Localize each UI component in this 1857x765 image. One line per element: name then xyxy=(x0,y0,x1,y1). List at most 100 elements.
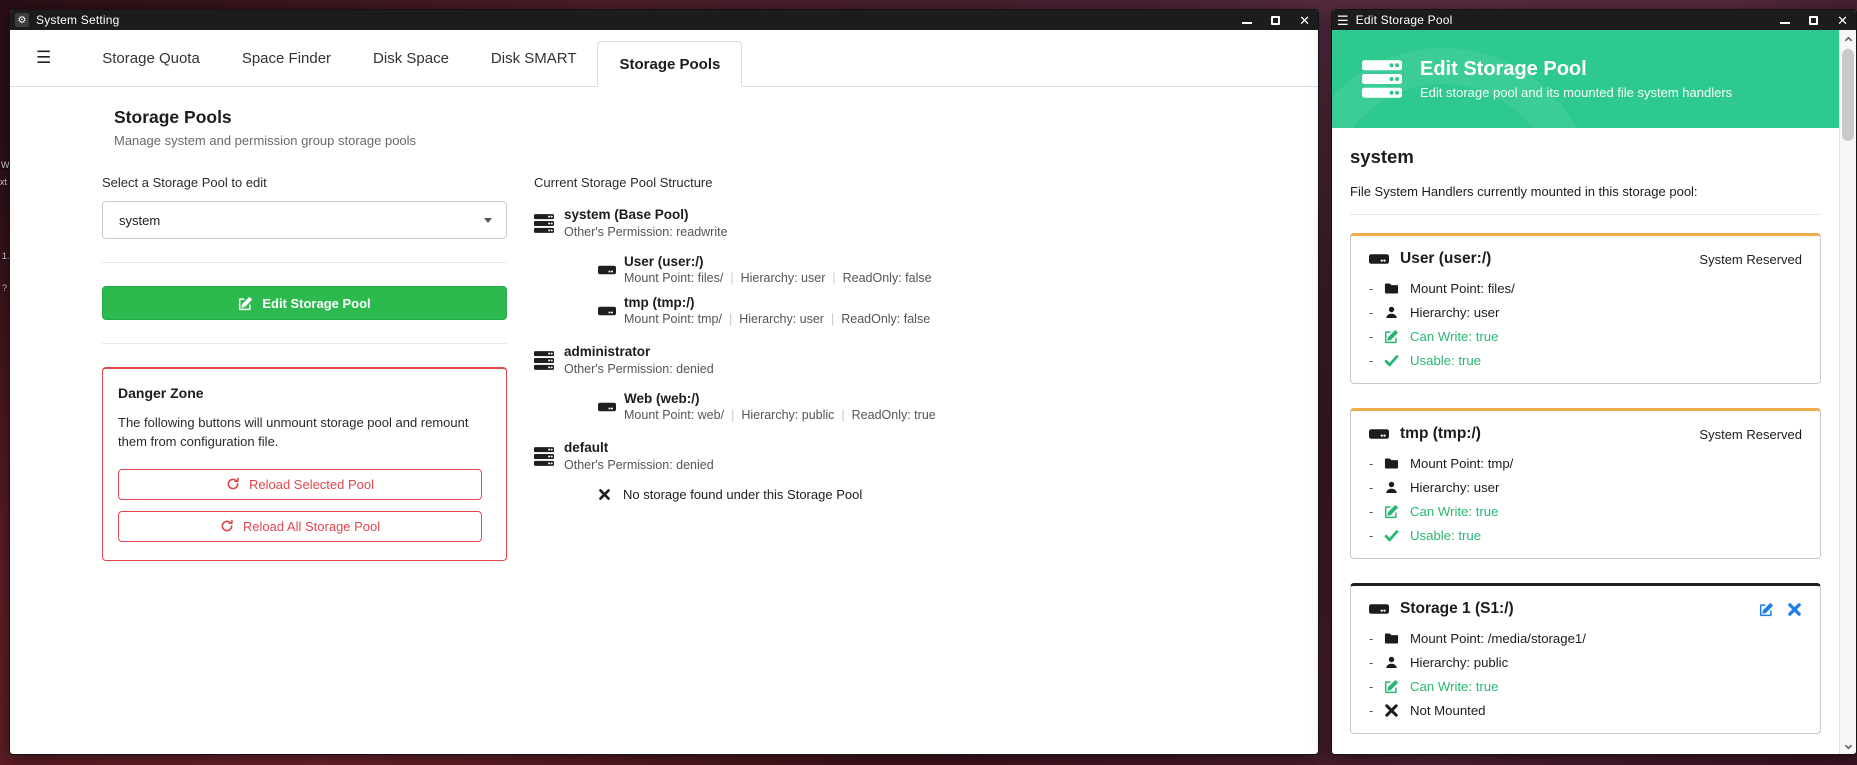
edit-pool-content: Edit Storage Pool Edit storage pool and … xyxy=(1332,30,1839,755)
check-icon xyxy=(1384,353,1399,368)
tab-storage-pools[interactable]: Storage Pools xyxy=(597,41,742,87)
storage-pools-page: Storage Pools Manage system and permissi… xyxy=(10,87,1318,561)
refresh-icon xyxy=(220,519,234,533)
tab-space-finder[interactable]: Space Finder xyxy=(221,30,352,87)
window-title: Edit Storage Pool xyxy=(1356,13,1453,27)
handler-name: Storage 1 (S1:/) xyxy=(1400,600,1514,618)
gear-icon: ⚙ xyxy=(15,13,29,27)
handler-item-can-write: Can Write: true xyxy=(1369,678,1802,694)
remove-handler-icon[interactable] xyxy=(1787,602,1802,617)
system-setting-titlebar: ⚙ System Setting ✕ xyxy=(10,10,1318,30)
danger-zone-title: Danger Zone xyxy=(118,385,482,401)
person-icon xyxy=(1384,480,1399,495)
hdd-icon xyxy=(1369,599,1389,619)
handler-item-mount: Mount Point: /media/storage1/ xyxy=(1369,630,1802,646)
settings-tabbar: ☰ Storage Quota Space Finder Disk Space … xyxy=(10,30,1318,87)
storage-node-web: Web (web:/) Mount Point: web/|Hierarchy:… xyxy=(598,391,1094,422)
close-icon[interactable]: ✕ xyxy=(1837,14,1848,27)
tab-storage-quota[interactable]: Storage Quota xyxy=(81,30,221,87)
system-reserved-badge: System Reserved xyxy=(1699,252,1802,267)
storage-name: User (user:/) xyxy=(624,254,932,269)
person-icon xyxy=(1384,655,1399,670)
handler-item-hierarchy: Hierarchy: public xyxy=(1369,654,1802,670)
window-title: System Setting xyxy=(36,13,120,27)
handler-item-mount: Mount Point: files/ xyxy=(1369,280,1802,296)
divider xyxy=(102,262,507,263)
hdd-icon xyxy=(598,392,616,422)
danger-zone-description: The following buttons will unmount stora… xyxy=(118,414,470,452)
maximize-icon[interactable] xyxy=(1271,16,1280,25)
hdd-icon xyxy=(598,296,616,326)
edit-icon xyxy=(1384,504,1399,519)
folder-icon xyxy=(1384,456,1399,471)
structure-title: Current Storage Pool Structure xyxy=(534,175,1094,190)
pool-permission: Other's Permission: readwrite xyxy=(564,225,728,239)
page-subtitle: Manage system and permission group stora… xyxy=(114,133,1318,148)
handler-item-hierarchy: Hierarchy: user xyxy=(1369,479,1802,495)
pool-permission: Other's Permission: denied xyxy=(564,458,714,472)
handler-card-user: User (user:/) System Reserved Mount Poin… xyxy=(1350,233,1821,384)
desktop-icon-label-fragment: xt xyxy=(0,177,7,187)
pool-name-heading: system xyxy=(1350,146,1821,168)
pool-node-administrator: administrator Other's Permission: denied xyxy=(534,344,1094,376)
server-icon xyxy=(1362,59,1402,99)
danger-zone-card: Danger Zone The following buttons will u… xyxy=(102,367,507,561)
person-icon xyxy=(1384,305,1399,320)
scroll-up-icon[interactable] xyxy=(1840,31,1856,47)
handler-item-hierarchy: Hierarchy: user xyxy=(1369,304,1802,320)
minimize-icon[interactable] xyxy=(1780,22,1790,24)
x-icon xyxy=(1384,703,1399,718)
reload-selected-pool-label: Reload Selected Pool xyxy=(249,477,374,492)
edit-storage-pool-window: ☰ Edit Storage Pool ✕ Edit Storage Pool … xyxy=(1331,9,1857,755)
handler-card-storage1: Storage 1 (S1:/) Mount Point: /media/sto… xyxy=(1350,583,1821,734)
select-pool-label: Select a Storage Pool to edit xyxy=(102,175,507,190)
handler-item-usable: Usable: true xyxy=(1369,352,1802,368)
handler-item-can-write: Can Write: true xyxy=(1369,503,1802,519)
handler-item-mount: Mount Point: tmp/ xyxy=(1369,455,1802,471)
banner-title: Edit Storage Pool xyxy=(1420,58,1732,81)
check-icon xyxy=(1384,528,1399,543)
edit-icon xyxy=(1384,679,1399,694)
edit-storage-pool-button[interactable]: Edit Storage Pool xyxy=(102,286,507,320)
scroll-down-icon[interactable] xyxy=(1840,738,1856,754)
storage-details: Mount Point: files/|Hierarchy: user|Read… xyxy=(624,271,932,285)
scrollbar-thumb[interactable] xyxy=(1842,49,1854,141)
close-icon[interactable]: ✕ xyxy=(1299,14,1310,27)
server-icon xyxy=(534,208,554,239)
menu-icon[interactable]: ☰ xyxy=(1337,14,1349,27)
chevron-down-icon xyxy=(484,218,492,223)
folder-icon xyxy=(1384,281,1399,296)
empty-pool-message: No storage found under this Storage Pool xyxy=(598,487,1094,502)
pool-node-default: default Other's Permission: denied xyxy=(534,440,1094,472)
edit-storage-pool-label: Edit Storage Pool xyxy=(262,296,370,311)
handler-name: User (user:/) xyxy=(1400,250,1491,268)
system-setting-window: ⚙ System Setting ✕ ☰ Storage Quota Space… xyxy=(9,9,1319,755)
divider xyxy=(102,343,507,344)
menu-icon[interactable]: ☰ xyxy=(36,48,51,68)
pool-name: system (Base Pool) xyxy=(564,207,728,222)
tab-disk-space[interactable]: Disk Space xyxy=(352,30,470,87)
storage-node-user: User (user:/) Mount Point: files/|Hierar… xyxy=(598,254,1094,285)
maximize-icon[interactable] xyxy=(1809,16,1818,25)
refresh-icon xyxy=(226,477,240,491)
reload-selected-pool-button[interactable]: Reload Selected Pool xyxy=(118,469,482,500)
hdd-icon xyxy=(598,255,616,285)
page-title: Storage Pools xyxy=(114,107,1318,128)
x-icon xyxy=(598,488,611,501)
handlers-description: File System Handlers currently mounted i… xyxy=(1350,184,1821,199)
folder-icon xyxy=(1384,631,1399,646)
desktop-icon-label-fragment: ? xyxy=(2,283,7,293)
minimize-icon[interactable] xyxy=(1242,22,1252,24)
storage-pool-tree: system (Base Pool) Other's Permission: r… xyxy=(534,207,1094,502)
tab-disk-smart[interactable]: Disk SMART xyxy=(470,30,598,87)
handler-card-tmp: tmp (tmp:/) System Reserved Mount Point:… xyxy=(1350,408,1821,559)
hdd-icon xyxy=(1369,249,1389,269)
reload-all-storage-pool-button[interactable]: Reload All Storage Pool xyxy=(118,511,482,542)
scrollbar[interactable] xyxy=(1839,30,1856,755)
edit-pool-banner: Edit Storage Pool Edit storage pool and … xyxy=(1332,30,1839,128)
storage-pool-select[interactable]: system xyxy=(102,201,507,239)
pool-permission: Other's Permission: denied xyxy=(564,362,714,376)
handler-item-can-write: Can Write: true xyxy=(1369,328,1802,344)
edit-handler-icon[interactable] xyxy=(1759,602,1774,617)
edit-icon xyxy=(1384,329,1399,344)
